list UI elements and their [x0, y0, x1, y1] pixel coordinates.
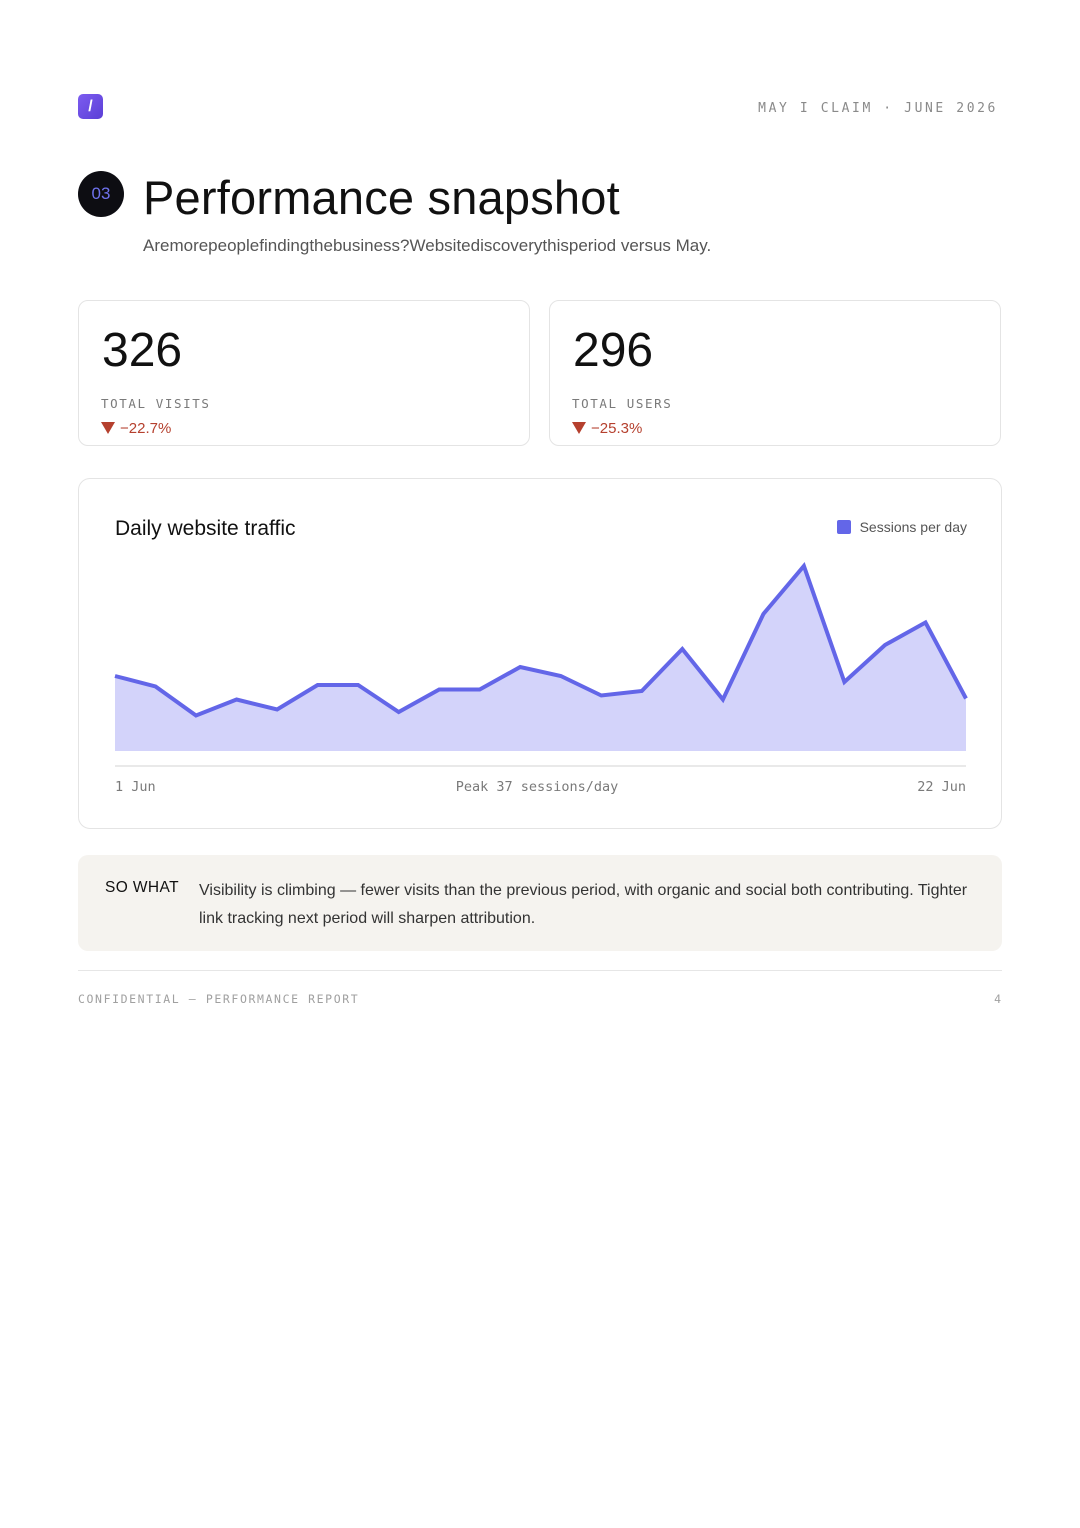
footer-divider — [78, 970, 1002, 971]
page-subtitle: Aremorepeoplefindingthebusiness?Websited… — [143, 236, 712, 255]
footer-confidential-label: CONFIDENTIAL — PERFORMANCE REPORT — [78, 992, 360, 1006]
page-title: Performance snapshot — [143, 171, 620, 224]
daily-traffic-chart-card: Daily website traffic Sessions per day 1… — [78, 478, 1002, 829]
section-number-badge: 03 — [78, 171, 124, 217]
page-number: 4 — [994, 992, 1001, 1006]
kpi-card-total-visits: 326 TOTAL VISITS −22.7% — [78, 300, 530, 446]
x-axis-end-label: 22 Jun — [917, 779, 966, 795]
kpi-delta-value: −25.3% — [591, 420, 643, 437]
series-area-fill — [115, 566, 966, 751]
kpi-delta-value: −22.7% — [120, 420, 172, 437]
so-what-tag: SO WHAT — [105, 879, 179, 896]
brand-logo-icon: / — [78, 94, 103, 119]
kpi-label: TOTAL VISITS — [101, 396, 211, 411]
report-brand-date: MAY I CLAIM · JUNE 2026 — [758, 101, 998, 116]
kpi-value: 296 — [573, 324, 654, 377]
so-what-text: Visibility is climbing — fewer visits th… — [199, 882, 968, 927]
so-what-callout: SO WHAT Visibility is climbing — fewer v… — [78, 855, 1002, 951]
down-triangle-icon — [101, 422, 115, 434]
kpi-delta: −22.7% — [101, 419, 171, 439]
kpi-label: TOTAL USERS — [572, 396, 673, 411]
down-triangle-icon — [572, 422, 586, 434]
kpi-delta: −25.3% — [572, 419, 642, 439]
traffic-area-chart — [114, 562, 968, 767]
kpi-value: 326 — [102, 324, 183, 377]
report-page: / MAY I CLAIM · JUNE 2026 03 Performance… — [0, 0, 1080, 1528]
kpi-card-total-users: 296 TOTAL USERS −25.3% — [549, 300, 1001, 446]
chart-peak-annotation: Peak 37 sessions/day — [455, 779, 619, 795]
